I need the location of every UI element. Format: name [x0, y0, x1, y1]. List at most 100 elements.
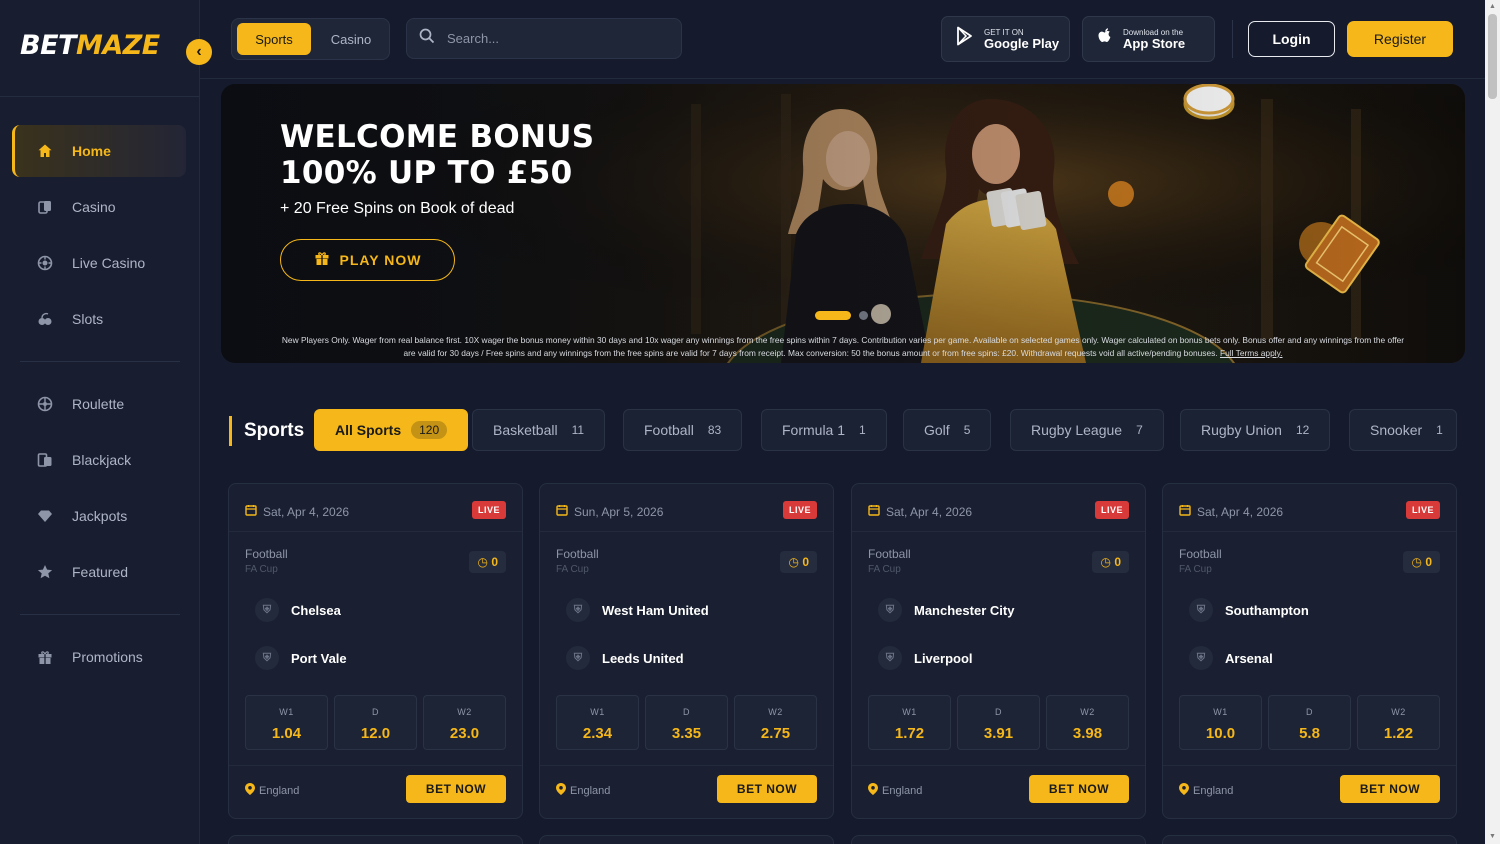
- match-timer-value: 0: [1425, 555, 1432, 569]
- filter-rugby-union[interactable]: Rugby Union 12: [1180, 409, 1331, 451]
- sidebar-item-promotions[interactable]: Promotions: [12, 631, 186, 683]
- welcome-bonus-banner[interactable]: WELCOME BONUS 100% UP TO £50 + 20 Free S…: [221, 84, 1465, 363]
- sidebar-item-roulette[interactable]: Roulette: [12, 378, 186, 430]
- match-card[interactable]: Sat, Apr 4, 2026 LIVE Football FA Cup ◷ 0 ⛨ Ch…: [228, 483, 523, 819]
- banner-subtitle: + 20 Free Spins on Book of dead: [280, 200, 515, 217]
- match-card[interactable]: Sat, Apr 4, 2026 LIVE Football FA Cup ◷ 0 ⛨ Ma…: [851, 483, 1146, 819]
- app-store-button[interactable]: Download on the App Store: [1082, 16, 1215, 62]
- odds-button-w1[interactable]: W1 10.0: [1179, 695, 1262, 750]
- home-team: ⛨ West Ham United: [556, 591, 819, 629]
- card-divider: [1163, 765, 1456, 766]
- odds-label: W1: [279, 707, 294, 717]
- odds-button-w2[interactable]: W2 1.22: [1357, 695, 1440, 750]
- match-league: FA Cup: [556, 564, 589, 575]
- match-card-next: [539, 835, 834, 844]
- match-card[interactable]: Sat, Apr 4, 2026 LIVE Football FA Cup ◷ 0 ⛨ So…: [1162, 483, 1457, 819]
- odds-value: 1.04: [271, 725, 302, 742]
- bet-now-button[interactable]: BET NOW: [1340, 775, 1440, 803]
- header-divider: [1232, 20, 1233, 58]
- banner-title-line2: 100% UP TO £50: [280, 155, 573, 191]
- bet-now-button[interactable]: BET NOW: [717, 775, 817, 803]
- odds-button-w2[interactable]: W2 2.75: [734, 695, 817, 750]
- home-team: ⛨ Manchester City: [868, 591, 1131, 629]
- full-terms-link[interactable]: Full Terms apply.: [1220, 348, 1283, 358]
- sidebar-item-label: Casino: [72, 199, 116, 215]
- match-timer: ◷ 0: [1092, 551, 1129, 573]
- odds-button-d[interactable]: D 12.0: [334, 695, 417, 750]
- odds-button-w1[interactable]: W1 1.72: [868, 695, 951, 750]
- match-card-next: [1162, 835, 1457, 844]
- register-button[interactable]: Register: [1347, 21, 1453, 57]
- filter-label: Basketball: [493, 422, 558, 438]
- location-text: England: [570, 784, 611, 797]
- odds-button-w1[interactable]: W1 1.04: [245, 695, 328, 750]
- odds-value: 3.98: [1072, 725, 1103, 742]
- apple-icon: [1097, 27, 1113, 51]
- odds-label: W2: [1391, 707, 1406, 717]
- odds-value: 1.22: [1383, 725, 1414, 742]
- tab-sports[interactable]: Sports: [237, 23, 311, 55]
- odds-value: 23.0: [449, 725, 480, 742]
- scroll-up-arrow[interactable]: ▲: [1488, 2, 1497, 11]
- match-location: England: [556, 783, 610, 798]
- sidebar-item-label: Roulette: [72, 396, 125, 412]
- scroll-down-arrow[interactable]: ▼: [1488, 832, 1497, 841]
- sidebar-item-label: Blackjack: [72, 452, 132, 468]
- filter-all-sports[interactable]: All Sports 120: [314, 409, 469, 451]
- match-location: England: [868, 783, 922, 798]
- logo-part-maze: MAZE: [75, 30, 160, 61]
- live-badge: LIVE: [782, 501, 817, 519]
- odds-label: D: [372, 707, 379, 717]
- sidebar-item-label: Featured: [72, 564, 129, 580]
- sidebar-item-featured[interactable]: Featured: [12, 546, 186, 598]
- sidebar-item-blackjack[interactable]: Blackjack: [12, 434, 186, 486]
- page-scrollbar[interactable]: ▲ ▼: [1485, 0, 1500, 844]
- match-card[interactable]: Sun, Apr 5, 2026 LIVE Football FA Cup ◷ 0 ⛨ We…: [539, 483, 834, 819]
- odds-value: 2.34: [582, 725, 613, 742]
- filter-golf[interactable]: Golf 5: [903, 409, 992, 451]
- match-league: FA Cup: [868, 564, 901, 575]
- sidebar-item-home[interactable]: Home: [12, 125, 186, 177]
- match-card-next: [228, 835, 523, 844]
- filter-formula-1[interactable]: Formula 1 1: [761, 409, 887, 451]
- filter-basketball[interactable]: Basketball 11: [472, 409, 606, 451]
- filter-football[interactable]: Football 83: [623, 409, 743, 451]
- odds-button-d[interactable]: D 3.35: [645, 695, 728, 750]
- bet-now-button[interactable]: BET NOW: [406, 775, 506, 803]
- roulette-icon: [36, 395, 54, 413]
- away-team-name: Liverpool: [914, 650, 973, 666]
- filter-rugby-league[interactable]: Rugby League 7: [1010, 409, 1164, 451]
- play-now-button[interactable]: PLAY NOW: [280, 239, 455, 281]
- home-team-name: Manchester City: [914, 602, 1015, 618]
- search-input[interactable]: [447, 31, 667, 46]
- match-date-text: Sat, Apr 4, 2026: [886, 504, 973, 519]
- filter-count: 83: [707, 423, 722, 437]
- login-button[interactable]: Login: [1248, 21, 1335, 57]
- sidebar-item-live-casino[interactable]: Live Casino: [12, 237, 186, 289]
- tab-casino[interactable]: Casino: [316, 23, 386, 55]
- sidebar-item-slots[interactable]: Slots: [12, 293, 186, 345]
- sidebar-item-jackpots[interactable]: Jackpots: [12, 490, 186, 542]
- search-box[interactable]: [406, 18, 682, 59]
- odds-button-w2[interactable]: W2 23.0: [423, 695, 506, 750]
- odds-label: D: [1306, 707, 1313, 717]
- odds-button-w2[interactable]: W2 3.98: [1046, 695, 1129, 750]
- team-shield-icon: ⛨: [1189, 598, 1213, 622]
- odds-button-d[interactable]: D 3.91: [957, 695, 1040, 750]
- match-sport: Football: [245, 547, 288, 561]
- match-timer: ◷ 0: [1403, 551, 1440, 573]
- scroll-thumb[interactable]: [1488, 14, 1497, 99]
- chevron-left-icon: ‹: [196, 43, 202, 60]
- sidebar-collapse-button[interactable]: ‹: [186, 39, 212, 65]
- bet-now-button[interactable]: BET NOW: [1029, 775, 1129, 803]
- sidebar-item-casino[interactable]: Casino: [12, 181, 186, 233]
- carousel-dot-active[interactable]: [815, 311, 851, 320]
- google-play-button[interactable]: GET IT ON Google Play: [941, 16, 1070, 62]
- team-shield-icon: ⛨: [566, 598, 590, 622]
- carousel-dot[interactable]: [859, 311, 868, 320]
- odds-button-d[interactable]: D 5.8: [1268, 695, 1351, 750]
- live-badge: LIVE: [1405, 501, 1440, 519]
- odds-button-w1[interactable]: W1 2.34: [556, 695, 639, 750]
- brand-logo[interactable]: BETMAZE: [20, 30, 160, 61]
- filter-snooker[interactable]: Snooker 1: [1349, 409, 1457, 451]
